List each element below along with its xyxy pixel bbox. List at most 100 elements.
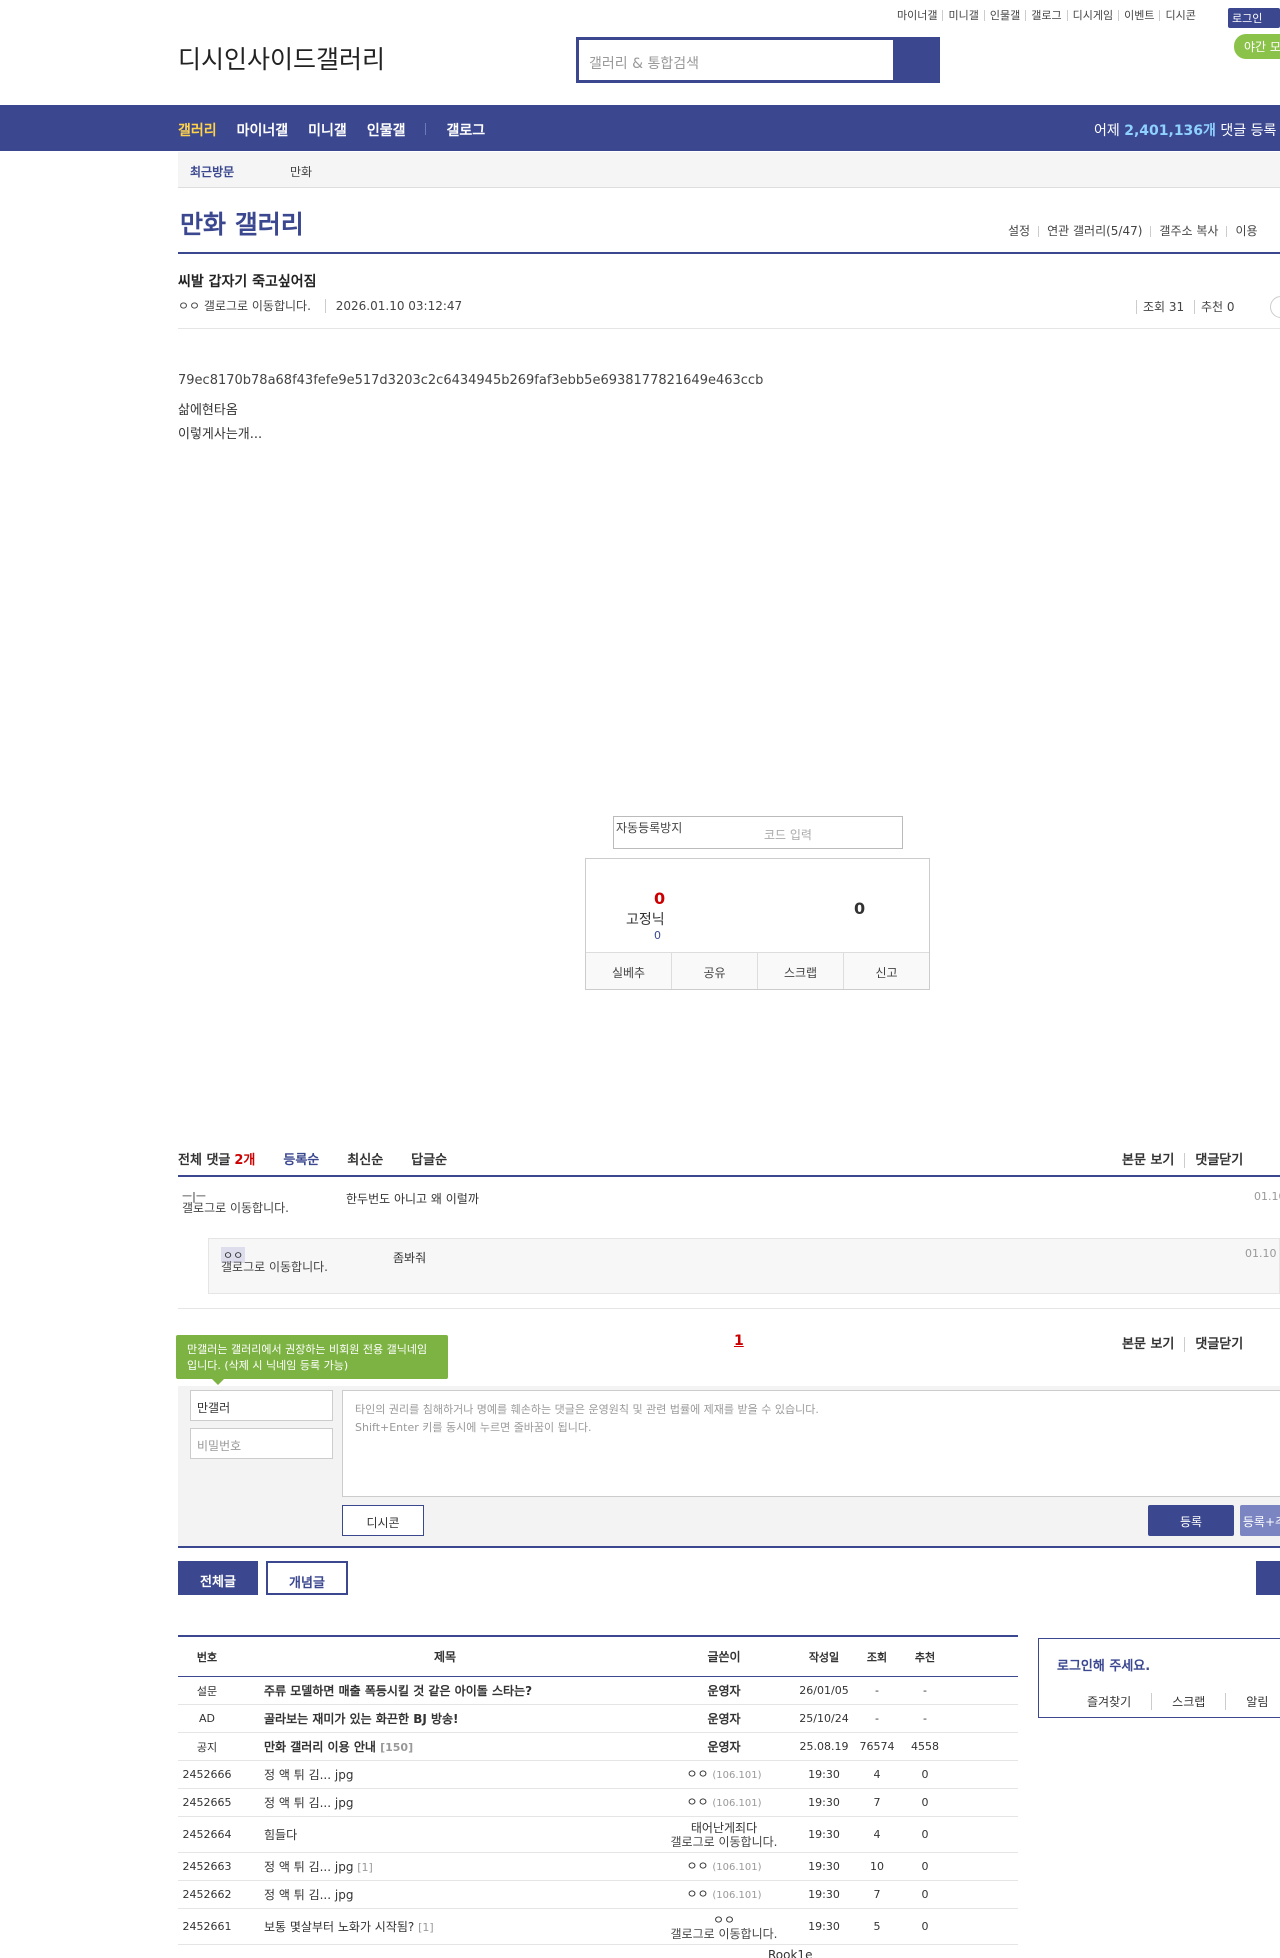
report-button[interactable]: 신고 (843, 953, 929, 989)
dcon-button[interactable]: 디시콘 (342, 1505, 424, 1536)
nav-gallog[interactable]: 갤로그 (446, 120, 485, 140)
row-comment-count[interactable]: [150] (380, 1741, 413, 1754)
post-comment-count-icon[interactable] (1270, 296, 1280, 318)
row-title-text[interactable]: 정 액 튀 김... jpg (264, 1860, 353, 1874)
writer-gallog-link[interactable]: 갤로그로 이동합니다. (671, 1835, 778, 1849)
util-link-game[interactable]: 디시게임 (1066, 10, 1118, 21)
writer-nick[interactable]: 운영자 (707, 1740, 740, 1754)
upvote-count[interactable]: 0 (654, 889, 665, 908)
row-title[interactable]: 힘들다 (236, 1826, 654, 1843)
row-title-text[interactable]: 보통 몇살부터 노화가 시작됨? (264, 1920, 414, 1934)
best-recommend-button[interactable]: 실베추 (586, 953, 671, 989)
row-title[interactable]: 보통 몇살부터 노화가 시작됨? [1] (236, 1918, 654, 1935)
submit-recommend-button[interactable]: 등록+추천 (1240, 1505, 1280, 1536)
side-favorites[interactable]: 즐겨찾기 (1087, 1693, 1151, 1710)
writer-nick[interactable]: 운영자 (707, 1712, 740, 1726)
gallery-settings[interactable]: 설정 (1000, 225, 1038, 237)
row-views: 76574 (859, 1740, 895, 1753)
comment-textarea[interactable]: 타인의 권리를 침해하거나 명예를 훼손하는 댓글은 운영원칙 및 관련 법률에… (342, 1390, 1280, 1497)
scrap-button[interactable]: 스크랩 (757, 953, 843, 989)
write-post-button[interactable] (1256, 1561, 1280, 1595)
gallery-usage[interactable]: 이용 (1226, 225, 1265, 237)
gallery-title[interactable]: 만화 갤러리 (180, 205, 304, 241)
close-comments-link[interactable]: 댓글닫기 (1195, 1153, 1253, 1168)
row-title[interactable]: 정 액 튀 김... jpg (236, 1766, 654, 1783)
gallery-copy-address[interactable]: 갤주소 복사 (1150, 225, 1226, 237)
nickname-field[interactable]: 만갤러 (190, 1390, 333, 1421)
reply-gallog-link[interactable]: 갤로그로 이동합니다. (221, 1261, 351, 1274)
share-button[interactable]: 공유 (671, 953, 757, 989)
row-title-text[interactable]: 만화 갤러리 이용 안내 (264, 1740, 376, 1754)
writer-nick[interactable]: ㅇㅇ (686, 1859, 708, 1873)
row-comment-count[interactable]: [1] (418, 1921, 434, 1934)
captcha-input[interactable]: 코드 입력 (764, 826, 812, 843)
submit-button[interactable]: 등록 (1148, 1505, 1234, 1536)
util-link-dcon[interactable]: 디시콘 (1159, 10, 1200, 21)
site-logo[interactable]: 디시인사이드갤러리 (178, 40, 385, 76)
post-writer[interactable]: ㅇㅇ (178, 299, 200, 313)
writer-nick[interactable]: ㅇㅇ (686, 1767, 708, 1781)
row-title[interactable]: 정 액 튀 김... jpg (236, 1886, 654, 1903)
row-title-text[interactable]: 정 액 튀 김... jpg (264, 1888, 353, 1902)
comment-gallog-link[interactable]: 갤로그로 이동합니다. (182, 1202, 308, 1215)
table-row[interactable]: 2452665 정 액 튀 김... jpg ㅇㅇ (106.101) 19:30 7… (178, 1789, 1018, 1817)
close-comments-link-bottom[interactable]: 댓글닫기 (1195, 1337, 1253, 1352)
comment-text: 한두번도 아니고 왜 이럴까 (346, 1192, 479, 1206)
row-title-text[interactable]: 골라보는 재미가 있는 화끈한 BJ 방송! (264, 1712, 459, 1726)
sort-reply[interactable]: 답글순 (411, 1149, 447, 1168)
row-title-text[interactable]: 정 액 튀 김... jpg (264, 1796, 353, 1810)
password-field[interactable]: 비밀번호 (190, 1428, 333, 1459)
table-row[interactable]: AD 골라보는 재미가 있는 화끈한 BJ 방송! 운영자 25/10/24 - - (178, 1705, 1018, 1733)
nav-minor[interactable]: 마이너갤 (237, 120, 289, 140)
night-mode-button[interactable]: 야간 모드 (1234, 34, 1280, 59)
table-row[interactable]: 설문 주류 모델하면 매출 폭등시킬 것 같은 아이돌 스타는? 운영자 26/01… (178, 1677, 1018, 1705)
writer-gallog-link[interactable]: 갤로그로 이동합니다. (671, 1927, 778, 1941)
writer-nick[interactable]: 운영자 (707, 1684, 740, 1698)
downvote-count[interactable]: 0 (854, 899, 865, 918)
util-link-event[interactable]: 이벤트 (1118, 10, 1159, 21)
util-link-person[interactable]: 인물갤 (983, 10, 1025, 21)
gallery-related[interactable]: 연관 갤러리(5/47) (1038, 225, 1150, 237)
login-button[interactable]: 로그인 (1228, 8, 1280, 28)
side-scrap[interactable]: 스크랩 (1151, 1693, 1225, 1710)
row-title[interactable]: 주류 모델하면 매출 폭등시킬 것 같은 아이돌 스타는? (236, 1682, 654, 1699)
writer-nick[interactable]: ㅇㅇ (686, 1887, 708, 1901)
table-row[interactable]: 2452666 정 액 튀 김... jpg ㅇㅇ (106.101) 19:30 4… (178, 1761, 1018, 1789)
login-prompt[interactable]: 로그인해 주세요. (1057, 1655, 1150, 1674)
table-row[interactable]: 2452662 정 액 튀 김... jpg ㅇㅇ (106.101) 19:30 7… (178, 1881, 1018, 1909)
nav-gallery[interactable]: 갤러리 (178, 120, 217, 140)
util-link-minor[interactable]: 마이너갤 (892, 10, 942, 21)
post-gallog-link[interactable]: 갤로그로 이동합니다. (204, 299, 311, 313)
view-post-link-bottom[interactable]: 본문 보기 (1122, 1337, 1186, 1352)
table-row[interactable]: 2452663 정 액 튀 김... jpg [1] ㅇㅇ (106.101) 19:… (178, 1853, 1018, 1881)
last-row-writer[interactable]: Rook1e (768, 1948, 812, 1958)
util-link-gallog[interactable]: 갤로그 (1025, 10, 1066, 21)
nav-mini[interactable]: 미니갤 (308, 120, 347, 140)
search-button[interactable] (893, 40, 937, 80)
row-title[interactable]: 정 액 튀 김... jpg [1] (236, 1858, 654, 1875)
writer-nick[interactable]: ㅇㅇ (686, 1795, 708, 1809)
search-input[interactable]: 갤러리 & 통합검색 (579, 40, 893, 80)
row-title-text[interactable]: 정 액 튀 김... jpg (264, 1768, 353, 1782)
row-title-text[interactable]: 주류 모델하면 매출 폭등시킬 것 같은 아이돌 스타는? (264, 1684, 532, 1698)
row-title[interactable]: 정 액 튀 김... jpg (236, 1794, 654, 1811)
tab-concept-posts[interactable]: 개념글 (266, 1561, 348, 1595)
tab-all-posts[interactable]: 전체글 (178, 1561, 258, 1595)
nav-person[interactable]: 인물갤 (367, 120, 406, 140)
table-row[interactable]: 2452664 힘들다 태어난게죄다 갤로그로 이동합니다. 19:30 4 0 (178, 1817, 1018, 1853)
row-comment-count[interactable]: [1] (357, 1861, 373, 1874)
sort-latest[interactable]: 최신순 (347, 1149, 383, 1168)
writer-nick[interactable]: 태어난게죄다 (691, 1821, 757, 1835)
view-post-link[interactable]: 본문 보기 (1122, 1153, 1186, 1168)
comment-page-1[interactable]: 1 (734, 1333, 744, 1349)
row-title[interactable]: 골라보는 재미가 있는 화끈한 BJ 방송! (236, 1710, 654, 1727)
util-link-mini[interactable]: 미니갤 (942, 10, 983, 21)
sort-registered[interactable]: 등록순 (283, 1149, 319, 1168)
table-row[interactable]: 2452661 보통 몇살부터 노화가 시작됨? [1] ㅇㅇ 갤로그로 이동합니다.… (178, 1909, 1018, 1945)
side-notify[interactable]: 알림 (1225, 1693, 1280, 1710)
table-row[interactable]: 공지 만화 갤러리 이용 안내 [150] 운영자 25.08.19 76574 4558 (178, 1733, 1018, 1761)
row-title-text[interactable]: 힘들다 (264, 1828, 297, 1842)
row-title[interactable]: 만화 갤러리 이용 안내 [150] (236, 1738, 654, 1755)
recent-item[interactable]: 만화 (290, 163, 312, 180)
writer-nick[interactable]: ㅇㅇ (713, 1913, 735, 1927)
